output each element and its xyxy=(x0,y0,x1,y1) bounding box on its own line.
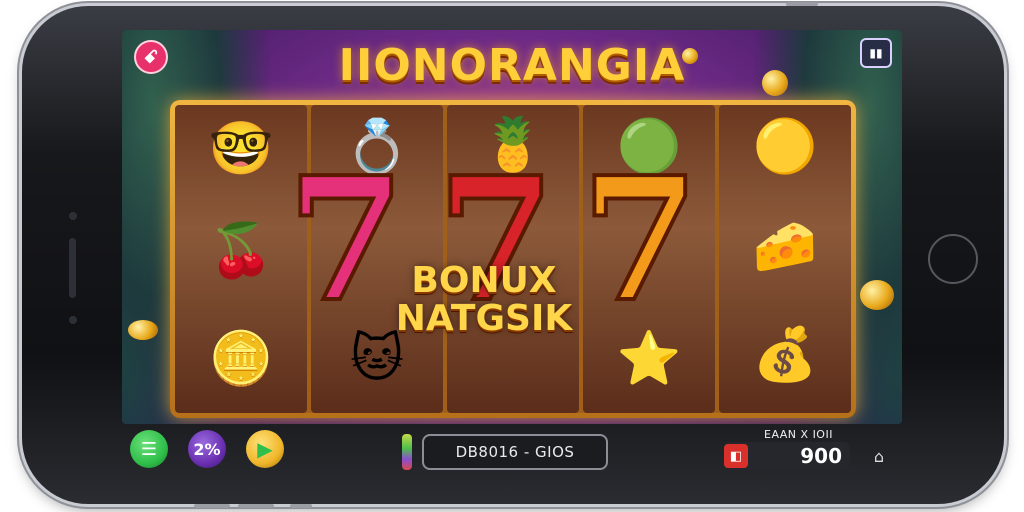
phone-side-button-bottom-a xyxy=(194,504,230,508)
star-gem-symbol: ⭐ xyxy=(616,329,682,389)
seven-symbol-right: 7 xyxy=(579,140,701,340)
phone-side-button-top xyxy=(786,2,818,6)
cheese-symbol: 🧀 xyxy=(752,217,818,277)
treasure-chest-symbol: 💰 xyxy=(752,325,818,385)
coin-decoration xyxy=(860,280,894,310)
gold-token-symbol: 🟡 xyxy=(752,117,818,177)
slot-reels: 🤓 🍒 🪙 💍 🐱 🍍 🟢 ⭐ 🟡 🧀 💰 7 7 7 xyxy=(170,100,856,418)
menu-button[interactable]: ☰ xyxy=(130,430,168,468)
cat-symbol: 🐱 xyxy=(349,329,405,389)
percent-label: 2% xyxy=(193,439,221,459)
phone-side-button-bottom-b xyxy=(238,504,274,508)
bonus-line-2: NATGSIK xyxy=(395,297,573,339)
bonus-line-1: BONUX xyxy=(411,260,557,301)
bet-display[interactable]: DB8016 - GIOS xyxy=(422,434,608,470)
settings-icon[interactable]: ⌂ xyxy=(866,444,892,468)
sensor-dot xyxy=(69,316,77,324)
glasses-face-symbol: 🤓 xyxy=(208,119,274,179)
coin-decoration xyxy=(128,320,158,340)
control-bar: ☰ 2% ▶ DB8016 - GIOS EAAN X IOII 900 ◧ ⌂ xyxy=(122,428,902,474)
bonus-banner: BONUX NATGSIK xyxy=(384,262,584,338)
win-label: EAAN X IOII xyxy=(764,428,833,441)
play-icon: ▶ xyxy=(257,437,273,461)
coin-decoration xyxy=(682,48,698,64)
list-icon: ☰ xyxy=(140,438,158,460)
reel-5: 🟡 🧀 💰 xyxy=(719,105,851,413)
game-screen: ꗃ ▮▮ IIONORANGIA 🤓 🍒 🪙 💍 🐱 🍍 🟢 ⭐ 🟡 🧀 💰 7… xyxy=(122,30,902,424)
home-button[interactable] xyxy=(928,234,978,284)
gold-coin-symbol: 🪙 xyxy=(208,329,274,389)
spin-lever[interactable] xyxy=(402,434,412,470)
percent-button[interactable]: 2% xyxy=(188,430,226,468)
play-button[interactable]: ▶ xyxy=(246,430,284,468)
coin-decoration xyxy=(762,70,788,96)
cherry-symbol: 🍒 xyxy=(208,221,274,281)
earpiece-speaker xyxy=(69,238,76,298)
win-icon[interactable]: ◧ xyxy=(724,444,748,468)
phone-side-button-bottom-c xyxy=(290,504,312,508)
front-camera xyxy=(69,212,77,220)
